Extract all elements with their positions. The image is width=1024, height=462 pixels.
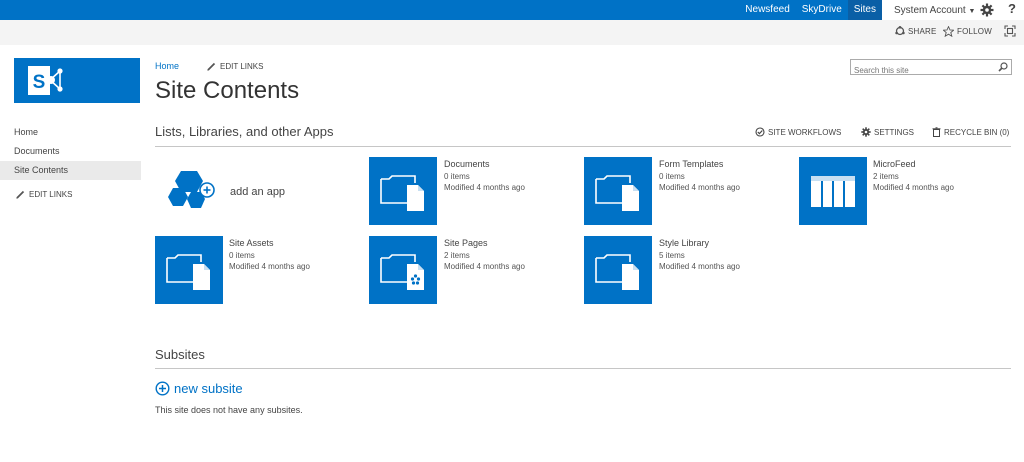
left-nav-item-site-contents[interactable]: Site Contents: [0, 161, 141, 180]
page-title: Site Contents: [155, 77, 300, 104]
tile-modified: Modified 4 months ago: [659, 183, 740, 192]
add-an-app-link[interactable]: add an app: [230, 186, 285, 198]
top-nav-home[interactable]: Home: [155, 61, 179, 71]
share-icon: [895, 26, 905, 36]
add-app-icon[interactable]: [163, 168, 218, 214]
star-icon: [943, 26, 954, 37]
tile-name[interactable]: Form Templates: [659, 159, 740, 170]
tile-count: 0 items: [444, 172, 470, 181]
focus-content-button[interactable]: [1004, 25, 1016, 37]
suite-link-sites[interactable]: Sites: [847, 0, 882, 20]
left-nav: Home Documents Site Contents EDIT LINKS: [0, 123, 141, 199]
tile-name[interactable]: Style Library: [659, 238, 740, 249]
site-logo[interactable]: S: [14, 58, 140, 103]
tile-style-library[interactable]: [584, 236, 652, 304]
suite-link-skydrive[interactable]: SkyDrive: [796, 0, 848, 20]
tile-name[interactable]: Site Pages: [444, 238, 525, 249]
pencil-icon: [16, 190, 25, 199]
tile-count: 0 items: [659, 172, 685, 181]
share-button[interactable]: SHARE: [895, 26, 937, 36]
left-nav-item-home[interactable]: Home: [0, 123, 141, 142]
top-nav: Home EDIT LINKS: [155, 61, 263, 71]
workflow-check-icon: [755, 127, 765, 137]
subsites-section-heading: Subsites: [155, 347, 205, 362]
recycle-bin-button[interactable]: RECYCLE BIN (0): [932, 127, 1009, 137]
settings-button[interactable]: SETTINGS: [861, 127, 914, 137]
follow-label: FOLLOW: [957, 27, 992, 36]
help-icon[interactable]: ?: [1008, 1, 1016, 16]
tile-modified: Modified 4 months ago: [444, 262, 525, 271]
folder-document-icon: [595, 254, 639, 290]
account-name: System Account: [894, 4, 966, 16]
suite-link-newsfeed[interactable]: Newsfeed: [739, 0, 795, 20]
tile-name[interactable]: Documents: [444, 159, 525, 170]
tile-info-form-templates: Form Templates 0 items Modified 4 months…: [659, 159, 740, 193]
search-box: [850, 59, 1012, 78]
tile-info-site-pages: Site Pages 2 items Modified 4 months ago: [444, 238, 525, 272]
tile-form-templates[interactable]: [584, 157, 652, 225]
list-grid-icon: [811, 176, 855, 207]
pencil-icon: [207, 62, 216, 71]
account-menu[interactable]: System Account ▼: [894, 5, 975, 16]
suite-bar: Newsfeed SkyDrive Sites System Account ▼…: [0, 0, 1024, 20]
left-edit-links-label: EDIT LINKS: [29, 190, 73, 199]
tile-count: 0 items: [229, 251, 255, 260]
new-subsite-label: new subsite: [174, 381, 243, 396]
suite-links: Newsfeed SkyDrive Sites: [739, 0, 882, 20]
svg-text:S: S: [33, 72, 46, 93]
folder-document-icon: [595, 175, 639, 211]
gear-icon[interactable]: [980, 3, 994, 17]
suite-right-area: System Account ▼ ?: [882, 0, 1024, 20]
tile-site-assets[interactable]: [155, 236, 223, 304]
lists-section-divider: [155, 146, 1011, 147]
subsites-section-divider: [155, 368, 1011, 369]
tile-info-microfeed: MicroFeed 2 items Modified 4 months ago: [873, 159, 954, 193]
site-workflows-label: SITE WORKFLOWS: [768, 127, 842, 137]
recycle-bin-icon: [932, 127, 941, 137]
folder-page-icon: [380, 254, 424, 290]
tile-microfeed[interactable]: [799, 157, 867, 225]
ribbon: SHARE FOLLOW: [0, 20, 1024, 45]
tile-name[interactable]: Site Assets: [229, 238, 310, 249]
recycle-bin-label: RECYCLE BIN (0): [944, 127, 1010, 137]
follow-button[interactable]: FOLLOW: [943, 26, 992, 37]
chevron-down-icon: ▼: [968, 7, 976, 15]
tile-modified: Modified 4 months ago: [659, 262, 740, 271]
lists-section-heading: Lists, Libraries, and other Apps: [155, 124, 334, 139]
no-subsites-message: This site does not have any subsites.: [155, 405, 303, 415]
sharepoint-logo-icon: S: [28, 66, 63, 95]
plus-circle-icon: [155, 381, 170, 396]
tile-info-style-library: Style Library 5 items Modified 4 months …: [659, 238, 740, 272]
tile-site-pages[interactable]: [369, 236, 437, 304]
folder-document-icon: [166, 254, 210, 290]
tile-count: 2 items: [444, 251, 470, 260]
tile-modified: Modified 4 months ago: [229, 262, 310, 271]
tile-count: 2 items: [873, 172, 899, 181]
tile-modified: Modified 4 months ago: [444, 183, 525, 192]
left-nav-item-documents[interactable]: Documents: [0, 142, 141, 161]
tile-modified: Modified 4 months ago: [873, 183, 954, 192]
settings-label: SETTINGS: [874, 127, 915, 137]
site-workflows-button[interactable]: SITE WORKFLOWS: [755, 127, 841, 137]
search-input[interactable]: [851, 63, 991, 78]
tile-documents[interactable]: [369, 157, 437, 225]
gear-icon: [861, 127, 871, 137]
search-icon[interactable]: [998, 62, 1008, 72]
top-edit-links[interactable]: EDIT LINKS: [207, 62, 263, 71]
tile-count: 5 items: [659, 251, 685, 260]
tile-info-site-assets: Site Assets 0 items Modified 4 months ag…: [229, 238, 310, 272]
tile-name[interactable]: MicroFeed: [873, 159, 954, 170]
top-edit-links-label: EDIT LINKS: [220, 61, 264, 71]
tile-info-documents: Documents 0 items Modified 4 months ago: [444, 159, 525, 193]
new-subsite-link[interactable]: new subsite: [155, 381, 243, 396]
left-edit-links[interactable]: EDIT LINKS: [0, 190, 141, 199]
folder-document-icon: [380, 175, 424, 211]
share-label: SHARE: [908, 26, 937, 36]
focus-content-icon: [1004, 25, 1016, 37]
